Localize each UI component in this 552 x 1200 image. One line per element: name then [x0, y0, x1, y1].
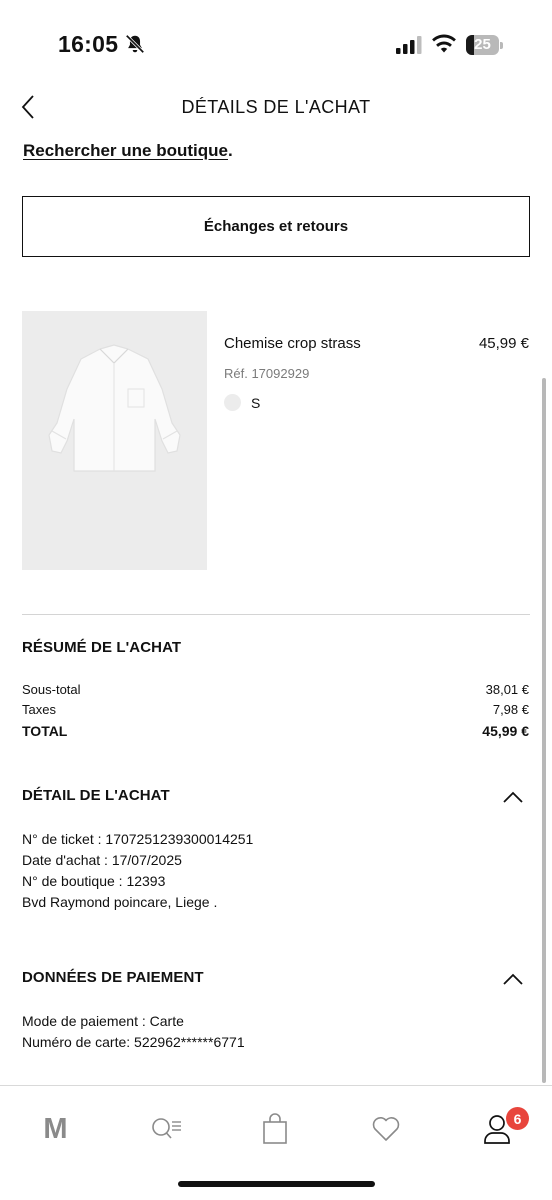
battery-body: 25 — [466, 35, 499, 55]
store-number: N° de boutique : 12393 — [22, 873, 166, 889]
shopping-bag-icon — [263, 1113, 287, 1144]
header: DÉTAILS DE L'ACHAT — [0, 86, 552, 130]
bell-muted-icon — [125, 34, 145, 54]
shirt-image — [48, 344, 181, 472]
purchase-date: Date d'achat : 17/07/2025 — [22, 852, 182, 868]
card-number: Numéro de carte: 522962******6771 — [22, 1034, 245, 1050]
wifi-icon — [432, 34, 456, 53]
tab-wishlist[interactable] — [366, 1112, 406, 1146]
product-image[interactable] — [22, 311, 207, 570]
subtotal-value: 38,01 € — [485, 682, 529, 697]
product-price: 45,99 € — [478, 335, 529, 352]
payment-method: Mode de paiement : Carte — [22, 1013, 184, 1029]
tab-search[interactable] — [146, 1112, 186, 1146]
status-bar: 16:05 25 — [0, 0, 552, 90]
tab-bag[interactable] — [255, 1112, 295, 1146]
home-logo-icon: M — [43, 1112, 67, 1145]
battery-indicator: 25 — [466, 35, 503, 55]
scrollbar[interactable] — [542, 378, 546, 1083]
divider — [22, 614, 530, 615]
account-notification-badge: 6 — [506, 1107, 529, 1130]
heart-icon — [372, 1117, 400, 1141]
payment-title[interactable]: DONNÉES DE PAIEMENT — [22, 969, 204, 986]
subtotal-label: Sous-total — [22, 682, 81, 697]
taxes-label: Taxes — [22, 702, 56, 717]
battery-tip — [500, 42, 503, 49]
purchase-detail-title[interactable]: DÉTAIL DE L'ACHAT — [22, 787, 170, 804]
taxes-value: 7,98 € — [492, 702, 529, 717]
home-indicator — [178, 1181, 375, 1187]
product-size: S — [251, 395, 261, 411]
product-reference: Réf. 17092929 — [224, 366, 310, 381]
find-store-link-label[interactable]: Rechercher une boutique — [23, 141, 228, 160]
total-value: 45,99 € — [482, 723, 529, 739]
find-store-link-suffix: . — [227, 141, 233, 160]
total-label: TOTAL — [22, 723, 68, 739]
cellular-signal-icon — [396, 36, 422, 54]
color-swatch — [224, 394, 241, 411]
chevron-up-icon[interactable] — [502, 972, 524, 986]
store-address: Bvd Raymond poincare, Liege . — [22, 894, 218, 910]
product-name[interactable]: Chemise crop strass — [224, 335, 361, 352]
chevron-up-icon[interactable] — [502, 790, 524, 804]
exchanges-returns-button[interactable]: Échanges et retours — [22, 196, 530, 257]
status-time: 16:05 — [58, 31, 119, 57]
ticket-number: N° de ticket : 1707251239300014251 — [22, 831, 254, 847]
search-menu-icon — [152, 1118, 181, 1139]
tab-home[interactable]: M — [35, 1112, 75, 1146]
page-title: DÉTAILS DE L'ACHAT — [181, 97, 371, 117]
battery-level: 25 — [474, 36, 491, 53]
summary-title: RÉSUMÉ DE L'ACHAT — [22, 639, 182, 656]
find-store-link[interactable]: Rechercher une boutique. — [23, 141, 233, 161]
